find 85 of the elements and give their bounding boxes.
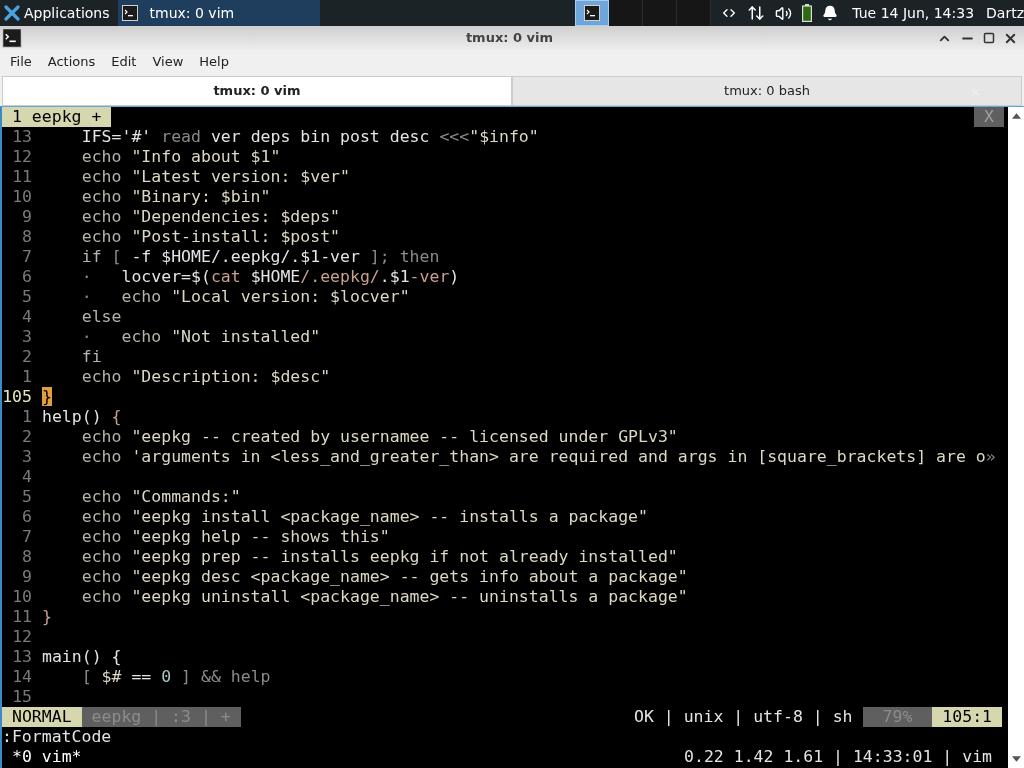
line-number: 4 [21, 307, 32, 327]
code-line: if [ -f $HOME/.eepkg/.$1-ver ]; then [80, 247, 440, 267]
code-line: echo "Info about $1" [80, 147, 281, 167]
line-number: 3 [21, 327, 32, 347]
battery-icon[interactable] [802, 4, 813, 22]
vim-file-format: OK | unix | utf-8 | sh [633, 707, 854, 727]
applications-menu[interactable]: Applications [0, 0, 118, 26]
code-line: echo "eepkg uninstall <package_name> -- uninstalls a package" [80, 587, 688, 607]
menu-item[interactable]: Help [191, 52, 237, 72]
line-number: 9 [21, 207, 32, 227]
line-number: 105 [2, 387, 32, 407]
code-line: echo "eepkg desc <package_name> -- gets info about a package" [80, 567, 688, 587]
line-number: 13 [11, 127, 32, 147]
line-number: 11 [11, 167, 32, 187]
terminal-icon [584, 5, 601, 21]
code-line: } [42, 607, 52, 627]
tab[interactable]: tmux: 0 vim [2, 76, 512, 106]
user-name[interactable]: Dartz [986, 2, 1024, 24]
code-line: echo "Latest version: $ver" [80, 167, 350, 187]
line-number: 13 [11, 647, 32, 667]
code-line: [ $# == 0 ] && help [80, 667, 271, 687]
line-number: 6 [21, 507, 32, 527]
line-number: 1 [21, 367, 32, 387]
code-line: fi [80, 347, 102, 367]
scroll-up-icon[interactable] [1011, 113, 1021, 119]
code-line: echo "Commands:" [80, 487, 241, 507]
code-line: IFS='#' read ver deps bin post desc <<<"$info" [80, 127, 539, 147]
code-line: echo "Dependencies: $deps" [80, 207, 341, 227]
line-number: 15 [11, 687, 32, 707]
line-number: 10 [11, 187, 32, 207]
line-number: 10 [11, 587, 32, 607]
line-number: 12 [11, 147, 32, 167]
line-number: 6 [21, 267, 32, 287]
line-number: 7 [21, 247, 32, 267]
line-number: 8 [21, 547, 32, 567]
volume-icon[interactable] [775, 4, 793, 22]
code-line: echo "eepkg prep -- installs eepkg if not already installed" [80, 547, 678, 567]
line-number: 3 [21, 447, 32, 467]
code-line: main() { [42, 647, 122, 667]
code-line: else [80, 307, 122, 327]
line-number: 2 [21, 347, 32, 367]
vim-position: 105:1 [932, 707, 1002, 727]
vim-mode: NORMAL [2, 707, 82, 727]
scroll-down-icon[interactable] [1011, 756, 1021, 762]
transfer-icon[interactable] [747, 4, 766, 22]
menu-item[interactable]: Edit [103, 52, 145, 72]
tmux-status-info: 0.22 1.42 1.61 | 14:33:01 | vim [684, 747, 993, 767]
line-number: 4 [21, 467, 32, 487]
line-number: 5 [21, 487, 32, 507]
code-line: help() { [42, 407, 122, 427]
menu-item[interactable]: Actions [39, 52, 104, 72]
notification-icon[interactable] [822, 5, 839, 21]
menu-item[interactable]: File [2, 52, 40, 72]
line-number: 9 [21, 567, 32, 587]
code-line: echo "Post-install: $post" [80, 227, 341, 247]
line-number: 1 [21, 407, 32, 427]
terminal-icon [121, 5, 138, 21]
line-number: 2 [21, 427, 32, 447]
line-number: 7 [21, 527, 32, 547]
scrollbar[interactable] [1008, 107, 1024, 768]
code-line: echo 'arguments in <less_and_greater_than> are required and args in [square_brackets] are o» [80, 447, 996, 467]
tmux-window-tab[interactable]: 1 eepkg + [2, 107, 112, 127]
menu-item[interactable]: View [144, 52, 192, 72]
command-line: :FormatCode [2, 727, 112, 746]
maximize-icon[interactable] [983, 32, 995, 44]
window-title: tmux: 0 vim [464, 29, 555, 48]
code-line: echo "eepkg help -- shows this" [80, 527, 390, 547]
terminal-icon [2, 28, 22, 48]
line-number: 14 [11, 667, 32, 687]
code-line: echo "Binary: $bin" [80, 187, 271, 207]
code-line: echo "eepkg -- created by usernamee -- licensed under GPLv3" [80, 427, 678, 447]
line-number: 12 [11, 627, 32, 647]
line-number: 8 [21, 227, 32, 247]
x-logo-icon [4, 5, 20, 21]
tab[interactable]: tmux: 0 bash [512, 76, 1022, 106]
taskbar-task[interactable]: tmux: 0 vim [117, 0, 320, 26]
tmux-window-list: *0 vim* [2, 747, 82, 767]
code-line: echo "Description: $desc" [80, 367, 331, 387]
clock[interactable]: Tue 14 Jun, 14:33 [852, 2, 975, 24]
code-line: · locver=$(cat $HOME/.eepkg/.$1-ver) [80, 267, 460, 287]
line-number: 11 [11, 607, 32, 627]
code-line: · echo "Local version: $locver" [80, 287, 410, 307]
code-line: · echo "Not installed" [80, 327, 321, 347]
line-number: 5 [21, 287, 32, 307]
code-line: echo "eepkg install <package_name> -- installs a package" [80, 507, 648, 527]
